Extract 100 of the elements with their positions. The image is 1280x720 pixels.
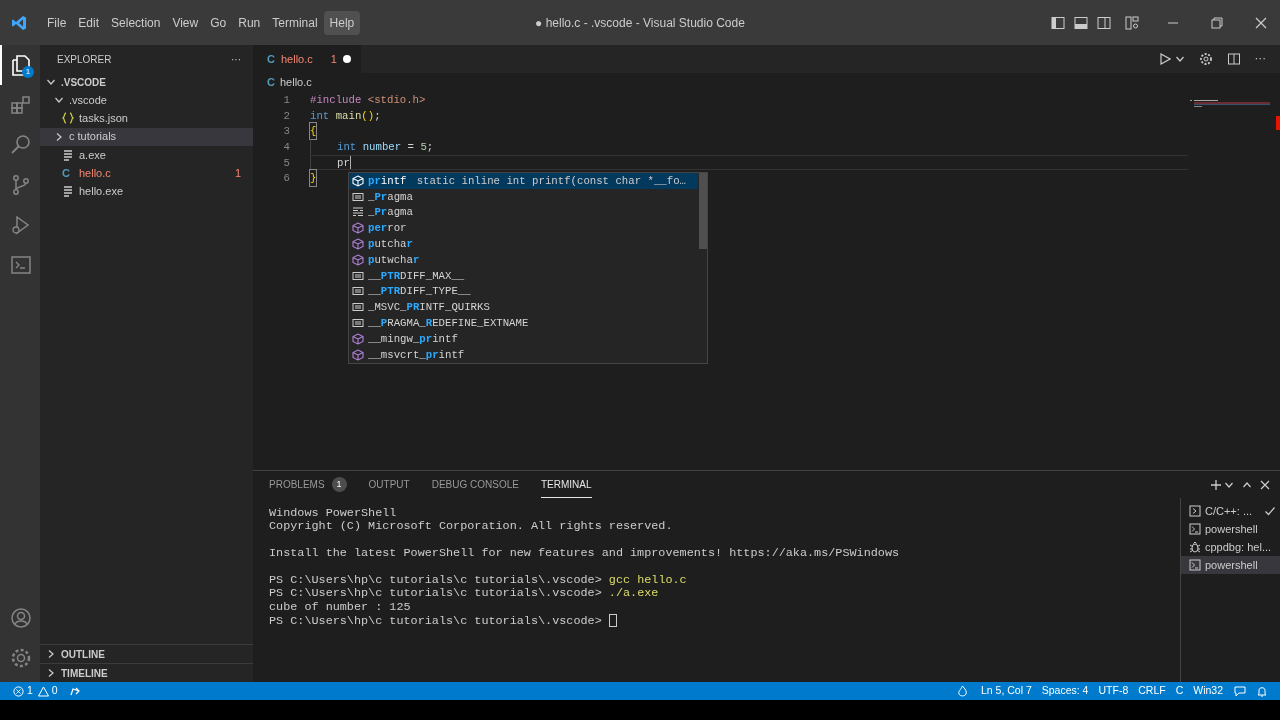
status-item[interactable]: Win32	[1188, 683, 1228, 699]
tree-item[interactable]: hello.exe	[40, 182, 253, 201]
menu-item[interactable]: Selection	[105, 10, 167, 35]
menu-item[interactable]: Go	[204, 10, 233, 35]
terminal-window-icon[interactable]	[9, 253, 33, 277]
status-item[interactable]: CRLF	[1133, 683, 1171, 699]
suggestion-item[interactable]: __mingw_printf	[349, 330, 698, 347]
cube-icon	[352, 348, 364, 361]
settings-icon[interactable]	[1198, 52, 1213, 66]
vscode-logo-icon	[11, 14, 27, 31]
terminal-instance[interactable]: cppdbg: hel...	[1181, 538, 1280, 556]
code-line: int number = 5;	[310, 139, 1188, 155]
error-marker-icon	[1276, 116, 1280, 130]
constant-icon	[352, 301, 364, 314]
terminal-line: PS C:\Users\hp\c tutorials\c tutorials\.vscode>	[269, 614, 1164, 628]
split-editor-icon[interactable]	[1226, 52, 1241, 66]
text-lines-icon	[352, 206, 364, 219]
terminal-instance[interactable]: C/C++: ...	[1181, 502, 1280, 520]
menu-item[interactable]: Edit	[72, 10, 106, 35]
toggle-secondary-sidebar-icon[interactable]	[1096, 14, 1112, 31]
close-icon[interactable]	[1260, 479, 1270, 490]
suggestion-item[interactable]: __PTRDIFF_MAX__	[349, 267, 698, 284]
suggestion-item[interactable]: _Pragma	[349, 188, 698, 205]
code-line: #include <stdio.h>	[310, 92, 427, 108]
suggestion-item[interactable]: printf static inline int printf(const char *__fo…	[349, 173, 698, 189]
toggle-sidebar-icon[interactable]	[1050, 14, 1066, 31]
tree-item[interactable]: a.exe	[40, 145, 253, 164]
editor-tab[interactable]: C hello.c 1	[253, 45, 361, 73]
restore-icon[interactable]	[1210, 15, 1224, 30]
terminal-instance[interactable]: powershell	[1181, 556, 1280, 574]
chevron-right-icon	[54, 131, 64, 142]
status-item[interactable]: C	[1170, 683, 1189, 699]
tree-item[interactable]: tasks.json	[40, 109, 253, 128]
line-number: 2	[282, 108, 290, 124]
tree-item[interactable]: C hello.c 1	[40, 163, 253, 183]
terminal-line: Install the latest PowerShell for new features and improvements! https://aka.ms/PSWindows	[269, 545, 901, 561]
problems-status[interactable]: 1 0	[8, 683, 63, 699]
suggestion-item[interactable]: _MSVC_PRINTF_QUIRKS	[349, 299, 698, 316]
more-actions-button[interactable]: ···	[1254, 50, 1266, 68]
breadcrumb[interactable]: hello.c	[279, 74, 312, 91]
terminal-line: Copyright (C) Microsoft Corporation. All rights reserved.	[269, 520, 674, 534]
code-line: int main();	[310, 108, 382, 124]
suggestion-item[interactable]: _Pragma	[349, 204, 698, 221]
line-number: 6	[282, 171, 290, 187]
panel-tab[interactable]: PROBLEMS 1	[269, 471, 347, 498]
tree-item[interactable]: .vscode	[40, 91, 253, 110]
suggestion-item[interactable]: __PTRDIFF_TYPE__	[349, 283, 698, 300]
panel-tab[interactable]: OUTPUT	[368, 471, 410, 498]
account-icon[interactable]	[9, 606, 33, 630]
feedback-icon[interactable]	[1234, 685, 1246, 697]
menu-item[interactable]: Help	[323, 10, 361, 35]
cube-icon	[352, 222, 364, 235]
c-file-icon: C	[267, 74, 275, 91]
line-number: 1	[282, 92, 290, 108]
menu-item[interactable]: Run	[232, 10, 267, 35]
status-item[interactable]: UTF-8	[1093, 683, 1134, 699]
chevron-down-icon[interactable]	[1174, 54, 1185, 64]
terminal-line: Windows PowerShell	[269, 507, 398, 521]
suggestion-item[interactable]: perror	[349, 220, 698, 237]
plus-icon[interactable]	[1210, 478, 1222, 491]
more-actions-button[interactable]: ···	[231, 51, 241, 67]
terminal-line: PS C:\Users\hp\c tutorials\c tutorials\.vscode> ./a.exe	[269, 587, 660, 601]
live-share-icon[interactable]	[68, 685, 81, 697]
checkmark-icon	[1264, 505, 1276, 517]
menu-item[interactable]: Terminal	[266, 10, 324, 35]
files-icon[interactable]	[9, 53, 33, 77]
bug-icon	[1189, 541, 1201, 553]
layout-icon[interactable]	[1124, 14, 1140, 31]
suggestion-item[interactable]: putchar	[349, 236, 698, 252]
suggestion-item[interactable]: __PRAGMA_REDEFINE_EXTNAME	[349, 315, 698, 331]
status-item[interactable]: Ln 5, Col 7	[975, 683, 1037, 699]
constant-icon	[352, 190, 364, 203]
tree-item[interactable]: c tutorials	[40, 127, 253, 146]
terminal-line: cube of number : 125	[269, 600, 412, 615]
terminal-line: PS C:\Users\hp\c tutorials\c tutorials\.vscode> gcc hello.c	[269, 571, 688, 588]
code-line: {	[310, 123, 1188, 140]
bell-icon[interactable]	[1256, 685, 1268, 697]
constant-icon	[352, 269, 364, 282]
cube-icon	[352, 174, 364, 187]
status-item[interactable]: Spaces: 4	[1036, 683, 1094, 699]
suggestion-item[interactable]: putwchar	[349, 252, 698, 268]
run-icon[interactable]	[1158, 53, 1171, 65]
panel-tab[interactable]: DEBUG CONSOLE	[431, 471, 519, 498]
panel-tab[interactable]: TERMINAL	[540, 471, 592, 498]
menu-item[interactable]: File	[41, 10, 73, 35]
suggestion-item[interactable]: __msvcrt_printf	[349, 346, 698, 363]
error-icon	[13, 685, 24, 697]
section-header[interactable]: OUTLINE	[40, 644, 253, 663]
terminal-icon	[1189, 523, 1201, 535]
toggle-panel-icon[interactable]	[1073, 14, 1089, 31]
extensions-icon[interactable]	[9, 93, 33, 117]
tree-item[interactable]: .VSCODE	[40, 73, 253, 92]
menu-item[interactable]: View	[166, 10, 205, 35]
terminal-instance[interactable]: powershell	[1181, 520, 1280, 538]
scrollbar-thumb[interactable]	[699, 173, 707, 249]
line-number: 5	[282, 155, 290, 171]
cube-icon	[352, 238, 364, 251]
task-icon	[1189, 505, 1201, 517]
terminal-icon	[1189, 559, 1201, 571]
close-icon[interactable]	[1254, 15, 1268, 30]
